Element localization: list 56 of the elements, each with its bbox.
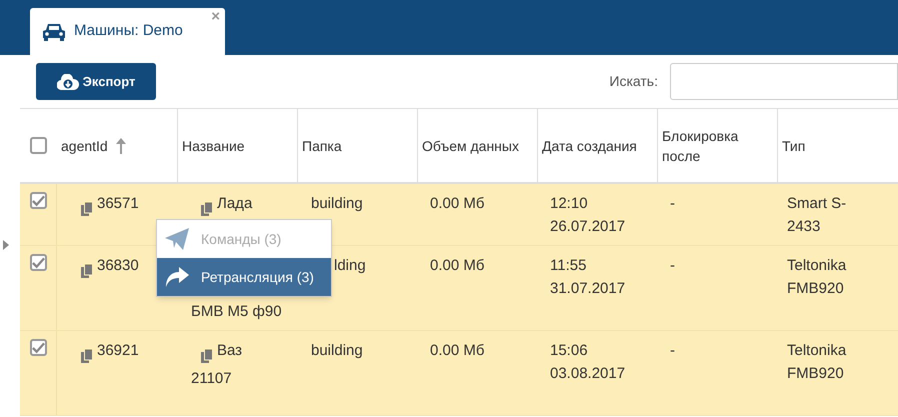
paper-plane-icon: [165, 228, 189, 250]
table-cell: 0.00 Мб: [430, 257, 484, 274]
table-cell-text: Лада: [217, 194, 252, 214]
table-cell-text: Smart S-: [787, 194, 846, 214]
table-cell-text: 2433: [787, 217, 820, 237]
checkbox[interactable]: [30, 339, 46, 356]
table-cell-text: 21107: [191, 369, 233, 389]
table-cell: -: [670, 342, 675, 359]
copy-icon[interactable]: [201, 202, 213, 216]
checkbox[interactable]: [30, 254, 46, 271]
search-label: Искать:: [609, 72, 658, 91]
table-cell-text: 15:06: [550, 341, 588, 361]
table-cell: 0.00 Мб: [430, 342, 484, 359]
tab-title: Машины: Demo: [74, 21, 183, 42]
column-header[interactable]: Название: [182, 136, 245, 156]
share-arrow-icon: [165, 267, 189, 287]
table-cell: -: [670, 257, 675, 274]
copy-icon[interactable]: [201, 349, 213, 364]
column-header[interactable]: Дата создания: [542, 136, 637, 156]
column-header[interactable]: Тип: [782, 136, 806, 156]
tab[interactable]: Машины: Demo ×: [30, 8, 225, 55]
copy-icon[interactable]: [81, 264, 93, 278]
table-cell: 0.00 Мб: [430, 195, 484, 212]
table-cell-text: 36921: [97, 341, 139, 361]
table-cell-text: 36830: [97, 256, 139, 276]
expand-arrow-icon[interactable]: [3, 240, 9, 250]
cloud-download-icon: [56, 74, 79, 90]
table-cell-text: Teltonika: [787, 256, 846, 276]
car-icon: [42, 22, 66, 40]
table-cell-text: 31.07.2017: [550, 279, 626, 299]
table-cell-text: FMB920: [787, 279, 844, 299]
table-cell-text: FMB920: [787, 364, 844, 384]
table-cell: lding: [334, 257, 366, 274]
sort-arrow-icon[interactable]: [116, 138, 126, 154]
table-cell-text: 12:10: [550, 194, 588, 214]
export-button[interactable]: Экспорт: [36, 63, 156, 100]
checkbox[interactable]: [30, 137, 47, 154]
table-cell-text: Teltonika: [787, 341, 846, 361]
copy-icon[interactable]: [81, 349, 93, 364]
copy-icon[interactable]: [81, 202, 93, 216]
search-field[interactable]: [670, 63, 898, 100]
column-header[interactable]: Папка: [302, 136, 342, 156]
column-header[interactable]: Блокировка после: [662, 126, 773, 166]
table-cell: building: [311, 342, 363, 359]
table-cell-text: БМВ M5 ф90: [191, 302, 282, 322]
table-cell: -: [670, 195, 675, 212]
column-header[interactable]: Объем данных: [422, 136, 519, 156]
table-cell-text: 11:55: [550, 256, 586, 276]
table-cell-text: 36571: [97, 194, 139, 214]
table-cell-text: 03.08.2017: [550, 364, 626, 384]
table-cell-text: Ваз: [217, 341, 244, 361]
menu-item[interactable]: Ретрансляция (3): [157, 258, 331, 296]
table-cell-text: 26.07.2017: [550, 217, 626, 237]
checkbox[interactable]: [30, 192, 46, 209]
column-header[interactable]: agentId: [61, 136, 108, 156]
table-cell: building: [311, 195, 363, 212]
